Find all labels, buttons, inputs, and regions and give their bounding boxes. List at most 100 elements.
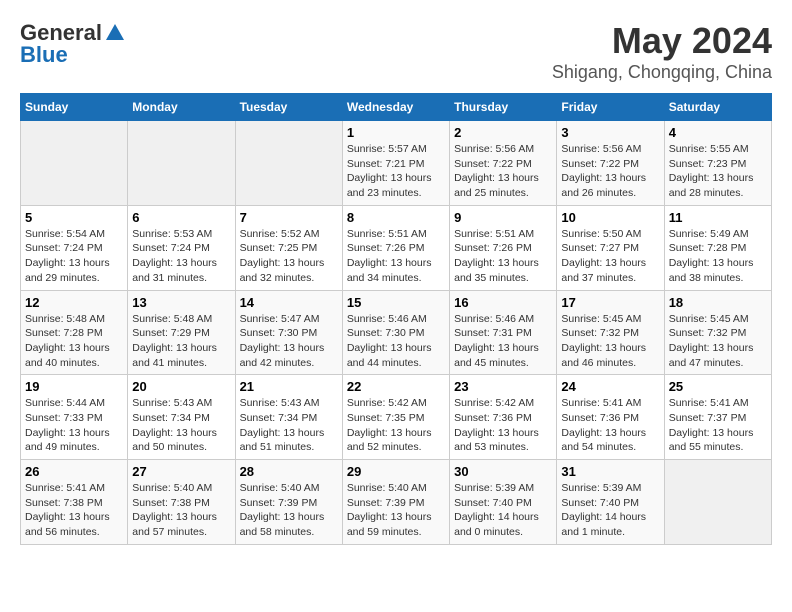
day-info: Sunrise: 5:43 AM Sunset: 7:34 PM Dayligh… — [240, 396, 338, 455]
logo-icon — [104, 22, 126, 44]
day-number: 26 — [25, 464, 123, 479]
day-number: 13 — [132, 295, 230, 310]
day-info: Sunrise: 5:47 AM Sunset: 7:30 PM Dayligh… — [240, 312, 338, 371]
calendar-cell: 26 Sunrise: 5:41 AM Sunset: 7:38 PM Dayli… — [21, 460, 128, 545]
calendar-cell: 22Sunrise: 5:42 AM Sunset: 7:35 PM Dayli… — [342, 375, 449, 460]
calendar-cell: 7Sunrise: 5:52 AM Sunset: 7:25 PM Daylig… — [235, 205, 342, 290]
calendar-cell: 19Sunrise: 5:44 AM Sunset: 7:33 PM Dayli… — [21, 375, 128, 460]
day-info: Sunrise: 5:42 AM Sunset: 7:35 PM Dayligh… — [347, 396, 445, 455]
day-info: Sunrise: 5:45 AM Sunset: 7:32 PM Dayligh… — [669, 312, 767, 371]
day-info: Sunrise: 5:57 AM Sunset: 7:21 PM Dayligh… — [347, 142, 445, 201]
calendar-cell: 24 Sunrise: 5:41 AM Sunset: 7:36 PM Dayli… — [557, 375, 664, 460]
calendar-cell — [664, 460, 771, 545]
calendar-cell: 23 Sunrise: 5:42 AM Sunset: 7:36 PM Dayli… — [450, 375, 557, 460]
day-number: 15 — [347, 295, 445, 310]
day-info: Sunrise: 5:42 AM Sunset: 7:36 PM Dayligh… — [454, 396, 552, 455]
day-info: Sunrise: 5:39 AM Sunset: 7:40 PM Dayligh… — [454, 481, 552, 540]
day-number: 31 — [561, 464, 659, 479]
day-info: Sunrise: 5:43 AM Sunset: 7:34 PM Dayligh… — [132, 396, 230, 455]
day-info: Sunrise: 5:54 AM Sunset: 7:24 PM Dayligh… — [25, 227, 123, 286]
calendar-cell: 3 Sunrise: 5:56 AM Sunset: 7:22 PM Daylig… — [557, 121, 664, 206]
calendar-cell: 1 Sunrise: 5:57 AM Sunset: 7:21 PM Daylig… — [342, 121, 449, 206]
calendar-cell: 8 Sunrise: 5:51 AM Sunset: 7:26 PM Daylig… — [342, 205, 449, 290]
day-number: 3 — [561, 125, 659, 140]
calendar-cell: 10 Sunrise: 5:50 AM Sunset: 7:27 PM Dayli… — [557, 205, 664, 290]
day-info: Sunrise: 5:41 AM Sunset: 7:38 PM Dayligh… — [25, 481, 123, 540]
calendar-cell: 31 Sunrise: 5:39 AM Sunset: 7:40 PM Dayli… — [557, 460, 664, 545]
calendar-week-5: 26 Sunrise: 5:41 AM Sunset: 7:38 PM Dayli… — [21, 460, 772, 545]
day-info: Sunrise: 5:40 AM Sunset: 7:38 PM Dayligh… — [132, 481, 230, 540]
day-number: 28 — [240, 464, 338, 479]
calendar-cell: 5 Sunrise: 5:54 AM Sunset: 7:24 PM Daylig… — [21, 205, 128, 290]
calendar-cell: 13 Sunrise: 5:48 AM Sunset: 7:29 PM Dayli… — [128, 290, 235, 375]
day-info: Sunrise: 5:48 AM Sunset: 7:29 PM Dayligh… — [132, 312, 230, 371]
calendar-location: Shigang, Chongqing, China — [552, 62, 772, 83]
calendar-cell: 17 Sunrise: 5:45 AM Sunset: 7:32 PM Dayli… — [557, 290, 664, 375]
day-number: 4 — [669, 125, 767, 140]
day-number: 1 — [347, 125, 445, 140]
day-number: 12 — [25, 295, 123, 310]
calendar-cell: 28 Sunrise: 5:40 AM Sunset: 7:39 PM Dayli… — [235, 460, 342, 545]
day-number: 24 — [561, 379, 659, 394]
day-number: 5 — [25, 210, 123, 225]
day-info: Sunrise: 5:48 AM Sunset: 7:28 PM Dayligh… — [25, 312, 123, 371]
day-number: 23 — [454, 379, 552, 394]
day-number: 10 — [561, 210, 659, 225]
calendar-cell: 18 Sunrise: 5:45 AM Sunset: 7:32 PM Dayli… — [664, 290, 771, 375]
calendar-cell — [21, 121, 128, 206]
weekday-header-tuesday: Tuesday — [235, 94, 342, 121]
day-info: Sunrise: 5:46 AM Sunset: 7:31 PM Dayligh… — [454, 312, 552, 371]
day-number: 2 — [454, 125, 552, 140]
title-block: May 2024 Shigang, Chongqing, China — [552, 20, 772, 83]
day-info: Sunrise: 5:41 AM Sunset: 7:37 PM Dayligh… — [669, 396, 767, 455]
day-number: 30 — [454, 464, 552, 479]
calendar-cell: 6Sunrise: 5:53 AM Sunset: 7:24 PM Daylig… — [128, 205, 235, 290]
calendar-cell: 27 Sunrise: 5:40 AM Sunset: 7:38 PM Dayli… — [128, 460, 235, 545]
day-info: Sunrise: 5:50 AM Sunset: 7:27 PM Dayligh… — [561, 227, 659, 286]
calendar-table: SundayMondayTuesdayWednesdayThursdayFrid… — [20, 93, 772, 545]
calendar-cell: 21Sunrise: 5:43 AM Sunset: 7:34 PM Dayli… — [235, 375, 342, 460]
day-info: Sunrise: 5:39 AM Sunset: 7:40 PM Dayligh… — [561, 481, 659, 540]
day-number: 20 — [132, 379, 230, 394]
day-number: 8 — [347, 210, 445, 225]
day-info: Sunrise: 5:44 AM Sunset: 7:33 PM Dayligh… — [25, 396, 123, 455]
day-info: Sunrise: 5:46 AM Sunset: 7:30 PM Dayligh… — [347, 312, 445, 371]
calendar-cell: 4 Sunrise: 5:55 AM Sunset: 7:23 PM Daylig… — [664, 121, 771, 206]
day-info: Sunrise: 5:51 AM Sunset: 7:26 PM Dayligh… — [347, 227, 445, 286]
weekday-header-thursday: Thursday — [450, 94, 557, 121]
day-info: Sunrise: 5:55 AM Sunset: 7:23 PM Dayligh… — [669, 142, 767, 201]
day-number: 14 — [240, 295, 338, 310]
day-number: 9 — [454, 210, 552, 225]
calendar-week-1: 1 Sunrise: 5:57 AM Sunset: 7:21 PM Daylig… — [21, 121, 772, 206]
calendar-cell: 25Sunrise: 5:41 AM Sunset: 7:37 PM Dayli… — [664, 375, 771, 460]
calendar-cell: 12 Sunrise: 5:48 AM Sunset: 7:28 PM Dayli… — [21, 290, 128, 375]
day-number: 18 — [669, 295, 767, 310]
day-info: Sunrise: 5:51 AM Sunset: 7:26 PM Dayligh… — [454, 227, 552, 286]
calendar-cell: 9 Sunrise: 5:51 AM Sunset: 7:26 PM Daylig… — [450, 205, 557, 290]
calendar-title: May 2024 — [552, 20, 772, 62]
day-info: Sunrise: 5:40 AM Sunset: 7:39 PM Dayligh… — [240, 481, 338, 540]
weekday-header-friday: Friday — [557, 94, 664, 121]
day-info: Sunrise: 5:56 AM Sunset: 7:22 PM Dayligh… — [561, 142, 659, 201]
day-info: Sunrise: 5:52 AM Sunset: 7:25 PM Dayligh… — [240, 227, 338, 286]
weekday-header-saturday: Saturday — [664, 94, 771, 121]
calendar-cell: 15 Sunrise: 5:46 AM Sunset: 7:30 PM Dayli… — [342, 290, 449, 375]
page-header: General Blue May 2024 Shigang, Chongqing… — [20, 20, 772, 83]
day-number: 27 — [132, 464, 230, 479]
logo-blue: Blue — [20, 42, 68, 68]
day-info: Sunrise: 5:40 AM Sunset: 7:39 PM Dayligh… — [347, 481, 445, 540]
calendar-cell: 11Sunrise: 5:49 AM Sunset: 7:28 PM Dayli… — [664, 205, 771, 290]
weekday-header-sunday: Sunday — [21, 94, 128, 121]
day-number: 6 — [132, 210, 230, 225]
day-number: 17 — [561, 295, 659, 310]
day-number: 11 — [669, 210, 767, 225]
logo: General Blue — [20, 20, 126, 68]
calendar-cell: 30 Sunrise: 5:39 AM Sunset: 7:40 PM Dayli… — [450, 460, 557, 545]
calendar-cell: 14 Sunrise: 5:47 AM Sunset: 7:30 PM Dayli… — [235, 290, 342, 375]
weekday-header-wednesday: Wednesday — [342, 94, 449, 121]
day-info: Sunrise: 5:41 AM Sunset: 7:36 PM Dayligh… — [561, 396, 659, 455]
day-number: 16 — [454, 295, 552, 310]
calendar-week-3: 12 Sunrise: 5:48 AM Sunset: 7:28 PM Dayli… — [21, 290, 772, 375]
calendar-cell: 20 Sunrise: 5:43 AM Sunset: 7:34 PM Dayli… — [128, 375, 235, 460]
day-info: Sunrise: 5:45 AM Sunset: 7:32 PM Dayligh… — [561, 312, 659, 371]
